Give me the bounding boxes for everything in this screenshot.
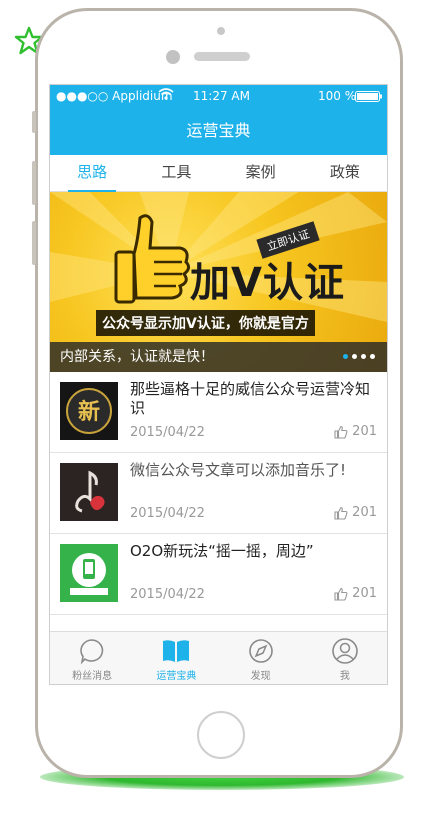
- page-dot[interactable]: [343, 354, 348, 359]
- tabbar-label: 我: [339, 671, 350, 682]
- tabbar-label: 运营宝典: [156, 671, 197, 682]
- thumbs-up-icon: [334, 425, 348, 439]
- front-camera: [166, 50, 180, 64]
- user-icon: [332, 638, 358, 664]
- shake-phone-thumbnail: [60, 544, 118, 602]
- tabbar-label: 粉丝消息: [72, 671, 113, 682]
- volume-up-button: [32, 161, 36, 205]
- nav-bar: 运营宝典: [50, 107, 387, 155]
- article-date: 2015/04/22: [130, 506, 205, 521]
- article-list-item[interactable]: O2O新玩法“摇一摇，周边” 2015/04/22 201: [50, 534, 387, 615]
- carousel-page-dots[interactable]: [343, 354, 375, 359]
- tab-anli[interactable]: 案例: [219, 155, 303, 191]
- status-bar: ●●●○○ Applidium 11:27 AM 100 %: [50, 85, 387, 107]
- app-screen: ●●●○○ Applidium 11:27 AM 100 % 运营宝典 思路 工…: [49, 84, 388, 685]
- banner-caption: 内部关系，认证就是快！: [50, 342, 387, 372]
- tabbar-item-discover[interactable]: 发现: [219, 632, 303, 684]
- thumbs-up-icon: [334, 506, 348, 520]
- clock-label: 11:27 AM: [193, 89, 250, 103]
- tab-zhengce[interactable]: 政策: [303, 155, 387, 191]
- article-date: 2015/04/22: [130, 587, 205, 602]
- article-title[interactable]: 微信公众号文章可以添加音乐了!: [130, 461, 378, 480]
- article-likes[interactable]: 201: [334, 505, 377, 520]
- page-dot[interactable]: [370, 354, 375, 359]
- tab-gongju[interactable]: 工具: [134, 155, 218, 191]
- compass-icon: [248, 639, 273, 663]
- chat-bubble-icon: [80, 639, 104, 665]
- article-title[interactable]: O2O新玩法“摇一摇，周边”: [130, 542, 378, 561]
- promo-banner[interactable]: 立即认证 加V认证 公众号显示加V认证，你就是官方 内部关系，认证就是快！: [50, 192, 387, 372]
- home-button[interactable]: [197, 711, 245, 759]
- thumbs-up-icon: [334, 587, 348, 601]
- mute-switch: [32, 111, 36, 133]
- category-tabs: 思路 工具 案例 政策: [50, 155, 387, 192]
- battery-label: 100 %: [318, 89, 357, 103]
- tabbar-item-fans-messages[interactable]: 粉丝消息: [50, 632, 134, 684]
- likes-count: 201: [352, 505, 377, 520]
- article-date: 2015/04/22: [130, 425, 205, 440]
- tab-silu[interactable]: 思路: [50, 155, 134, 192]
- book-icon: [163, 640, 190, 662]
- page-title: 运营宝典: [186, 121, 251, 140]
- article-list-item[interactable]: 微信公众号文章可以添加音乐了! 2015/04/22 201: [50, 453, 387, 534]
- carrier-label: ●●●○○ Applidium: [56, 89, 173, 103]
- tabbar-label: 发现: [250, 671, 271, 682]
- camera-dot: [217, 27, 225, 35]
- page-dot[interactable]: [352, 354, 357, 359]
- wifi-icon: [158, 88, 174, 103]
- likes-count: 201: [352, 424, 377, 439]
- article-title[interactable]: 那些逼格十足的威信公众号运营冷知识: [130, 380, 378, 418]
- thumbs-up-icon: [114, 214, 191, 304]
- volume-down-button: [32, 221, 36, 265]
- earpiece-speaker: [194, 52, 250, 61]
- article-likes[interactable]: 201: [334, 586, 377, 601]
- banner-subtitle: 公众号显示加V认证，你就是官方: [96, 310, 315, 336]
- tabbar-item-me[interactable]: 我: [303, 632, 387, 684]
- likes-count: 201: [352, 586, 377, 601]
- article-likes[interactable]: 201: [334, 424, 377, 439]
- new-badge-thumbnail: 新: [60, 382, 118, 440]
- page-dot[interactable]: [361, 354, 366, 359]
- battery-icon: [355, 91, 383, 105]
- tabbar-item-operations-guide[interactable]: 运营宝典: [134, 632, 218, 684]
- bottom-tab-bar: 粉丝消息 运营宝典 发现 我: [50, 631, 387, 684]
- svg-text:新: 新: [78, 399, 100, 425]
- music-note-thumbnail: [60, 463, 118, 521]
- article-list-item[interactable]: 新 那些逼格十足的威信公众号运营冷知识 2015/04/22 201: [50, 372, 387, 453]
- banner-headline: 加V认证: [190, 260, 345, 306]
